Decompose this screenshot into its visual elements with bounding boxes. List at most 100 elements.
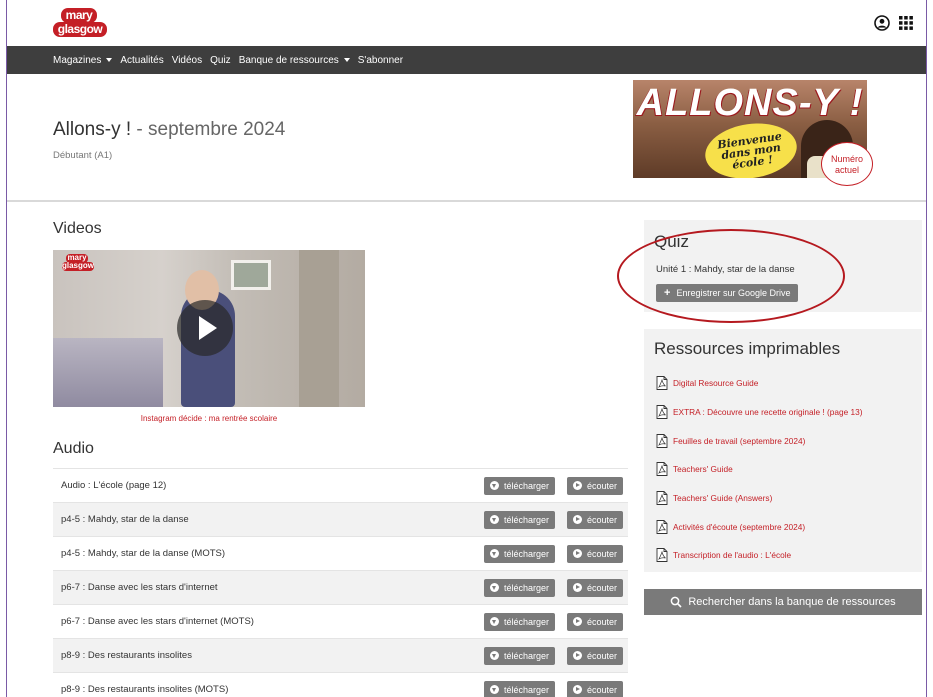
download-button[interactable]: télécharger <box>484 510 556 529</box>
listen-label: écouter <box>587 582 618 593</box>
download-button[interactable]: télécharger <box>484 544 556 563</box>
download-label: télécharger <box>504 548 550 559</box>
audio-row: p8-9 : Des restaurants insolites télécha… <box>53 638 628 672</box>
download-icon <box>490 583 499 592</box>
download-label: télécharger <box>504 684 550 695</box>
video-scene-shelf <box>299 250 339 407</box>
level-label: Débutant (A1) <box>53 150 113 161</box>
download-icon <box>490 617 499 626</box>
resource-link[interactable]: Feuilles de travail (septembre 2024) <box>656 426 918 455</box>
listen-button[interactable]: écouter <box>567 646 624 665</box>
audio-row: p6-7 : Danse avec les stars d'internet (… <box>53 604 628 638</box>
resource-link[interactable]: Transcription de l'audio : L'école <box>656 541 918 570</box>
download-button[interactable]: télécharger <box>484 476 556 495</box>
resource-link[interactable]: Teachers' Guide <box>656 455 918 484</box>
audio-row: Audio : L'école (page 12) télécharger éc… <box>53 468 628 502</box>
resource-label: Digital Resource Guide <box>673 378 759 389</box>
quiz-item-title[interactable]: Unité 1 : Mahdy, star de la danse <box>656 264 795 275</box>
chevron-down-icon <box>106 58 113 62</box>
audio-heading: Audio <box>53 440 94 457</box>
download-button[interactable]: télécharger <box>484 578 556 597</box>
listen-button[interactable]: écouter <box>567 680 624 697</box>
pdf-file-icon <box>656 519 668 534</box>
download-button[interactable]: télécharger <box>484 612 556 631</box>
nav-magazines[interactable]: Magazines <box>53 54 113 66</box>
listen-button[interactable]: écouter <box>567 612 624 631</box>
nav-actualites[interactable]: Actualités <box>120 55 163 66</box>
page-title: Allons-y ! - septembre 2024 <box>53 119 285 141</box>
download-label: télécharger <box>504 582 550 593</box>
user-account-icon[interactable] <box>874 15 890 31</box>
video-scene-bed <box>53 338 163 407</box>
listen-label: écouter <box>587 616 618 627</box>
listen-label: écouter <box>587 548 618 559</box>
resource-link[interactable]: Teachers' Guide (Answers) <box>656 484 918 513</box>
magazine-name: Allons-y ! <box>53 119 132 140</box>
pdf-file-icon <box>656 548 668 563</box>
nav-label: Magazines <box>53 54 102 66</box>
resource-label: Feuilles de travail (septembre 2024) <box>673 435 806 446</box>
pdf-file-icon <box>656 405 668 419</box>
listen-button[interactable]: écouter <box>567 510 624 529</box>
audio-row: p6-7 : Danse avec les stars d'internet t… <box>53 570 628 604</box>
video-scene-frame <box>231 260 271 290</box>
resource-link[interactable]: EXTRA : Découvre une recette originale !… <box>656 398 918 427</box>
current-issue-badge: Numéro actuel <box>821 142 873 186</box>
download-label: télécharger <box>504 480 550 491</box>
listen-button[interactable]: écouter <box>567 476 624 495</box>
listen-button[interactable]: écouter <box>567 578 624 597</box>
play-circle-icon <box>573 617 582 626</box>
nav-videos[interactable]: Vidéos <box>172 55 202 66</box>
plus-icon: + <box>664 287 671 299</box>
nav-sabonner[interactable]: S'abonner <box>358 55 403 66</box>
video-caption-link[interactable]: Instagram décide : ma rentrée scolaire <box>53 414 365 423</box>
cover-speech-bubble: Bienvenue dans mon école ! <box>701 117 801 178</box>
download-label: télécharger <box>504 514 550 525</box>
listen-label: écouter <box>587 480 618 491</box>
resource-link[interactable]: Activités d'écoute (septembre 2024) <box>656 512 918 541</box>
pdf-file-icon <box>656 376 668 391</box>
page-frame: mary glasgow Magazines Actualités Vidéos… <box>6 0 927 697</box>
listen-button[interactable]: écouter <box>567 544 624 563</box>
search-icon <box>670 596 682 608</box>
download-icon <box>490 685 499 694</box>
download-label: télécharger <box>504 616 550 627</box>
play-circle-icon <box>573 583 582 592</box>
download-button[interactable]: télécharger <box>484 680 556 697</box>
play-circle-icon <box>573 685 582 694</box>
audio-row: p4-5 : Mahdy, star de la danse (MOTS) té… <box>53 536 628 570</box>
play-circle-icon <box>573 481 582 490</box>
logo-line-1: mary <box>61 8 97 23</box>
resource-label: EXTRA : Découvre une recette originale !… <box>673 407 863 418</box>
badge-line-1: Numéro <box>830 154 863 164</box>
download-icon <box>490 651 499 660</box>
resource-link[interactable]: Digital Resource Guide <box>656 369 918 398</box>
nav-label: Quiz <box>210 54 231 66</box>
listen-label: écouter <box>587 650 618 661</box>
resources-heading: Ressources imprimables <box>654 339 841 358</box>
audio-table: Audio : L'école (page 12) télécharger éc… <box>53 468 628 697</box>
play-circle-icon <box>573 515 582 524</box>
video-thumbnail[interactable]: mary glasgow <box>53 250 365 407</box>
videos-heading: Videos <box>53 220 102 237</box>
play-icon[interactable] <box>177 300 233 356</box>
search-button-label: Rechercher dans la banque de ressources <box>688 596 896 608</box>
nav-quiz[interactable]: Quiz <box>210 55 231 66</box>
video-logo-line-2: glasgow <box>62 261 95 271</box>
search-resources-button[interactable]: Rechercher dans la banque de ressources <box>644 589 922 615</box>
apps-grid-icon[interactable] <box>899 16 913 30</box>
resource-label: Activités d'écoute (septembre 2024) <box>673 521 806 532</box>
save-to-google-drive-button[interactable]: + Enregistrer sur Google Drive <box>656 284 799 302</box>
download-button[interactable]: télécharger <box>484 646 556 665</box>
issue-header: Allons-y ! - septembre 2024 Débutant (A1… <box>7 74 926 202</box>
top-bar: mary glasgow <box>7 0 926 46</box>
logo-line-2: glasgow <box>53 22 107 37</box>
resource-label: Transcription de l'audio : L'école <box>673 550 792 561</box>
download-icon <box>490 549 499 558</box>
listen-label: écouter <box>587 514 618 525</box>
main-nav: Magazines Actualités Vidéos Quiz Banque … <box>7 46 926 74</box>
printable-resources-panel: Ressources imprimables Digital Resource … <box>644 329 922 572</box>
mary-glasgow-logo[interactable]: mary glasgow <box>53 8 107 38</box>
quiz-panel: Quiz Unité 1 : Mahdy, star de la danse +… <box>644 220 922 312</box>
nav-banque-de-ressources[interactable]: Banque de ressources <box>239 55 350 66</box>
